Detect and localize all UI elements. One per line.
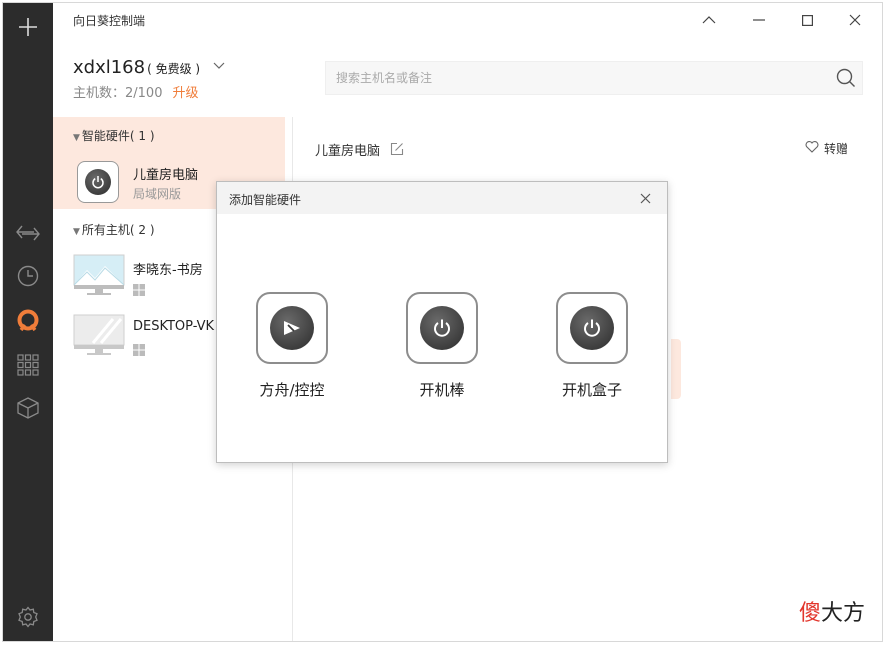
history-icon[interactable] bbox=[3, 256, 53, 296]
host-name: DESKTOP-VK bbox=[133, 319, 215, 334]
edit-icon[interactable] bbox=[390, 141, 404, 160]
dialog-close-icon[interactable] bbox=[637, 190, 653, 206]
sunflower-logo-icon[interactable] bbox=[3, 301, 53, 341]
ark-icon bbox=[256, 292, 328, 364]
dialog-title: 添加智能硬件 bbox=[229, 193, 302, 207]
add-icon[interactable] bbox=[3, 7, 53, 47]
device-name: 儿童房电脑 bbox=[133, 168, 199, 183]
host-count: 主机数：2/100 升级 bbox=[73, 86, 199, 101]
option-power-stick[interactable]: 开机棒 bbox=[387, 292, 497, 400]
expand-triangle-icon[interactable]: ▼ bbox=[73, 227, 80, 237]
monitor-icon bbox=[73, 254, 125, 300]
account-switcher[interactable]: xdxl168( 免费级 ) bbox=[73, 55, 225, 78]
search-box[interactable] bbox=[325, 61, 863, 95]
option-label: 方舟/控控 bbox=[259, 381, 325, 399]
option-power-box[interactable]: 开机盒子 bbox=[537, 292, 647, 400]
option-ark-control[interactable]: 方舟/控控 bbox=[237, 292, 347, 400]
hardware-box-icon[interactable] bbox=[3, 388, 53, 428]
option-label: 开机棒 bbox=[419, 381, 465, 399]
apps-grid-icon[interactable] bbox=[3, 345, 53, 385]
dialog-header: 添加智能硬件 bbox=[217, 182, 667, 214]
group-all-hosts[interactable]: ▼ 所有主机( 2 ) bbox=[73, 221, 155, 238]
group-smart-hardware[interactable]: ▼ 智能硬件( 1 ) bbox=[73, 127, 155, 144]
left-rail bbox=[3, 3, 53, 641]
close-window-icon[interactable] bbox=[842, 9, 868, 31]
username: xdxl168 bbox=[73, 57, 146, 78]
app-title: 向日葵控制端 bbox=[73, 14, 146, 28]
maximize-icon[interactable] bbox=[794, 9, 820, 31]
device-subtitle: 局域网版 bbox=[133, 187, 182, 201]
watermark: 傻大方 bbox=[799, 601, 866, 626]
collapse-chevron-icon[interactable] bbox=[696, 9, 722, 31]
transfer-button[interactable]: 转赠 bbox=[805, 140, 848, 157]
search-icon[interactable] bbox=[836, 68, 856, 92]
windows-logo-icon bbox=[133, 341, 145, 360]
transfer-label: 转赠 bbox=[824, 142, 849, 156]
windows-logo-icon bbox=[133, 281, 145, 300]
heart-icon bbox=[805, 141, 819, 156]
host-name: 李晓东-书房 bbox=[133, 263, 203, 278]
title-bar: 向日葵控制端 bbox=[53, 3, 882, 37]
minimize-icon[interactable] bbox=[746, 9, 772, 31]
option-label: 开机盒子 bbox=[561, 381, 622, 399]
detail-device-name: 儿童房电脑 bbox=[315, 144, 381, 159]
power-icon bbox=[406, 292, 478, 364]
remote-control-icon[interactable] bbox=[3, 213, 53, 253]
search-input[interactable] bbox=[326, 62, 826, 94]
monitor-icon bbox=[73, 314, 125, 360]
settings-gear-icon[interactable] bbox=[3, 597, 53, 637]
upgrade-link[interactable]: 升级 bbox=[172, 86, 198, 101]
power-icon bbox=[556, 292, 628, 364]
plan-badge: ( 免费级 ) bbox=[147, 62, 201, 76]
chevron-down-icon[interactable] bbox=[213, 55, 225, 74]
add-smart-hardware-dialog: 添加智能硬件 方舟/控控 开机棒 开机盒子 bbox=[216, 181, 668, 463]
background-card-edge bbox=[671, 339, 681, 399]
power-device-icon bbox=[77, 161, 119, 203]
expand-triangle-icon[interactable]: ▼ bbox=[73, 133, 80, 143]
